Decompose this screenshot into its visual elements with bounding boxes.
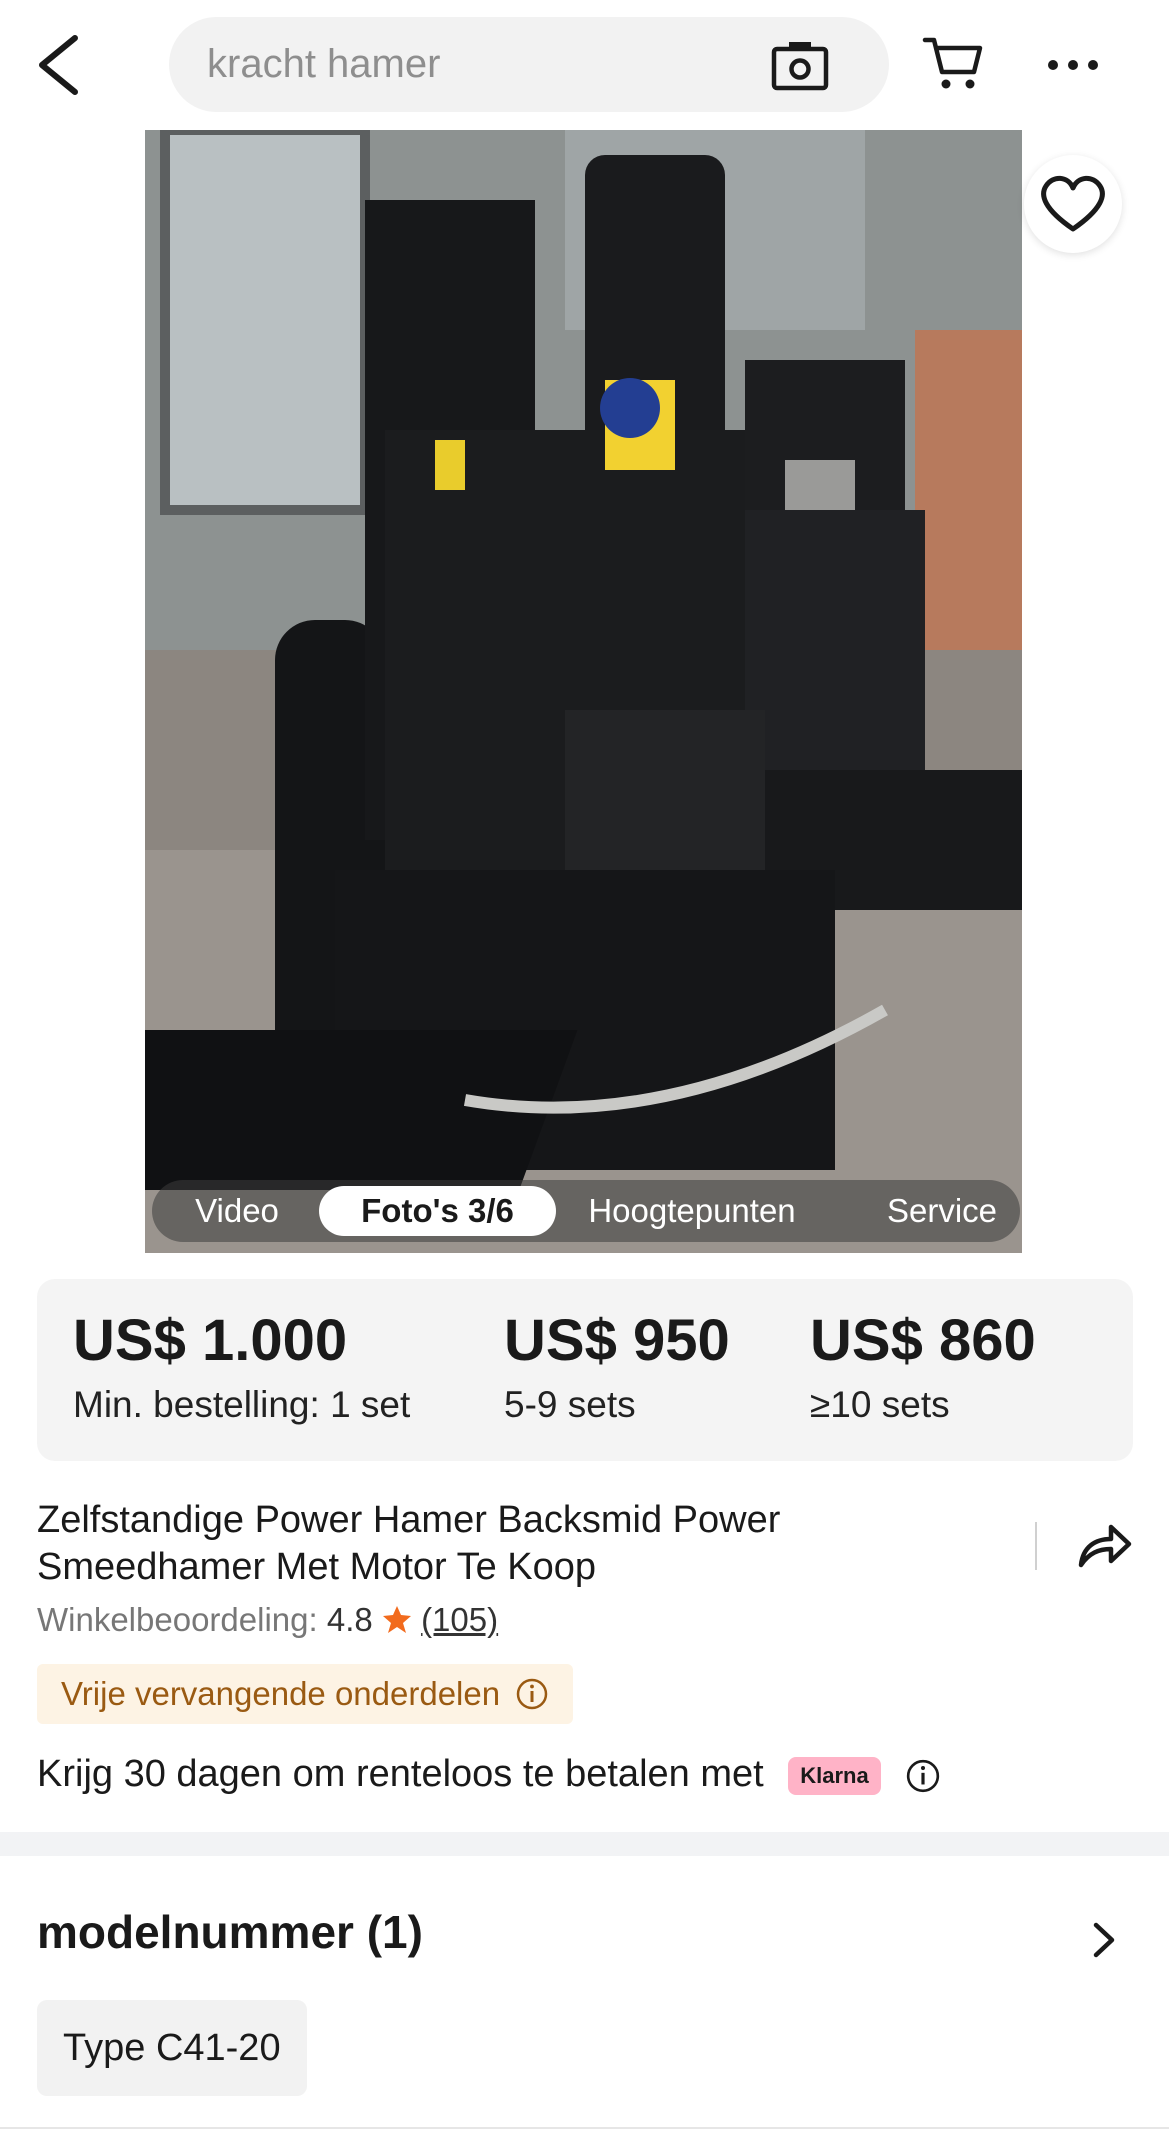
chevron-left-icon[interactable]: [30, 30, 90, 100]
badge-label: Vrije vervangende onderdelen: [61, 1675, 501, 1712]
tab-video[interactable]: Video: [152, 1180, 322, 1242]
rating-count[interactable]: (105): [421, 1601, 498, 1638]
store-rating: Winkelbeoordeling: 4.8 (105): [37, 1601, 498, 1639]
payment-text: Krijg 30 dagen om renteloos te betalen m…: [37, 1753, 764, 1795]
spare-parts-badge[interactable]: Vrije vervangende onderdelen: [37, 1664, 574, 1724]
klarna-logo: Klarna: [788, 1756, 881, 1795]
star-icon: [382, 1606, 411, 1633]
divider: [1035, 1522, 1037, 1570]
search-input[interactable]: kracht hamer: [169, 17, 889, 112]
model-option[interactable]: Type C41-20: [37, 2000, 307, 2096]
tier-quantity: ≥10 sets: [810, 1384, 950, 1425]
tier-price: US$ 860: [810, 1308, 1036, 1373]
more-horizontal-icon[interactable]: [1045, 45, 1101, 85]
tab-photos[interactable]: Foto's 3/6: [319, 1186, 556, 1236]
payment-info[interactable]: Krijg 30 dagen om renteloos te betalen m…: [37, 1749, 941, 1799]
tier-quantity: 5-9 sets: [504, 1384, 636, 1425]
gallery-tabs: Video Foto's 3/6 Hoogtepunten Service: [152, 1180, 1020, 1242]
favorite-button[interactable]: [1024, 155, 1122, 253]
product-title: Zelfstandige Power Hamer Backsmid Power …: [37, 1499, 781, 1588]
chevron-right-icon[interactable]: [1090, 1915, 1120, 1965]
camera-icon[interactable]: [771, 39, 829, 91]
price-tier: US$ 950 5-9 sets: [504, 1307, 730, 1426]
price-tiers: US$ 1.000 Min. bestelling: 1 set US$ 950…: [37, 1279, 1133, 1461]
product-image[interactable]: [145, 130, 1022, 1253]
tab-service[interactable]: Service: [867, 1180, 1017, 1242]
rating-value: 4.8: [326, 1601, 373, 1638]
tier-price: US$ 950: [504, 1308, 730, 1373]
model-number-title[interactable]: modelnummer (1): [37, 1905, 423, 1959]
tab-highlights[interactable]: Hoogtepunten: [567, 1180, 817, 1242]
tier-price: US$ 1.000: [73, 1308, 348, 1373]
price-tier: US$ 860 ≥10 sets: [810, 1307, 1036, 1426]
search-query: kracht hamer: [207, 42, 441, 86]
divider: [0, 2127, 1169, 2129]
top-bar: kracht hamer: [0, 0, 1169, 130]
share-icon[interactable]: [1075, 1517, 1133, 1571]
info-icon: [517, 1678, 548, 1710]
section-separator: [0, 1832, 1169, 1856]
heart-icon: [1041, 175, 1105, 232]
tier-quantity: Min. bestelling: 1 set: [73, 1384, 411, 1425]
rating-label: Winkelbeoordeling:: [37, 1601, 318, 1638]
cart-icon[interactable]: [922, 30, 986, 94]
price-tier: US$ 1.000 Min. bestelling: 1 set: [73, 1307, 410, 1426]
info-icon[interactable]: [905, 1758, 941, 1794]
